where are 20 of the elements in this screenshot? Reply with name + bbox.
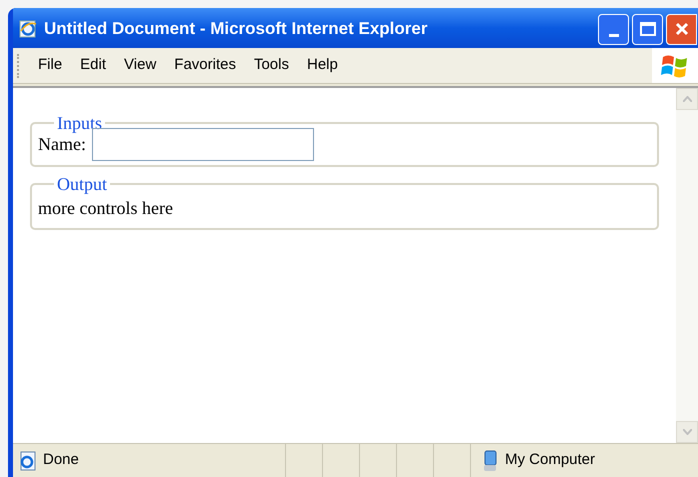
output-text: more controls here xyxy=(38,197,174,220)
fieldset-legend: Output xyxy=(54,175,110,193)
menu-item[interactable]: Edit xyxy=(71,54,116,77)
field-label: Name: xyxy=(38,133,86,156)
computer-icon xyxy=(481,450,499,472)
menu-item[interactable]: Tools xyxy=(244,54,298,77)
menu-item[interactable]: Favorites xyxy=(165,54,245,77)
menu-item[interactable]: File xyxy=(29,54,72,77)
fieldset-legend: Inputs xyxy=(54,114,105,132)
close-button[interactable] xyxy=(666,14,697,44)
minimize-button[interactable] xyxy=(598,14,629,44)
menu-item[interactable]: Help xyxy=(298,54,347,77)
browser-icon xyxy=(18,19,38,39)
zone-label: My Computer xyxy=(505,450,596,470)
maximize-button[interactable] xyxy=(632,14,663,44)
menu-item[interactable]: View xyxy=(115,54,166,77)
status-message: Done xyxy=(43,450,80,470)
window-title: Untitled Document - Microsoft Internet Explorer xyxy=(44,18,428,40)
windows-logo-icon xyxy=(661,52,689,78)
close-icon xyxy=(674,21,690,37)
